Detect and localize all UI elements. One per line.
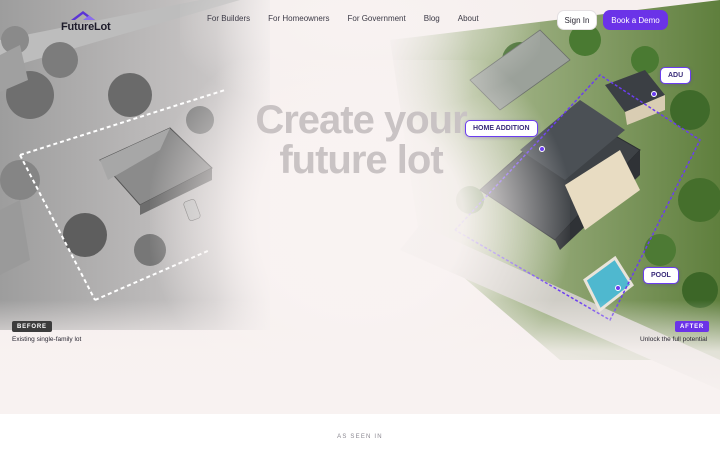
sign-in-button[interactable]: Sign In bbox=[557, 10, 597, 30]
top-nav: FutureLot For Builders For Homeowners Fo… bbox=[0, 0, 720, 40]
book-demo-button[interactable]: Book a Demo bbox=[603, 10, 668, 30]
hero-headline: Create your future lot bbox=[248, 100, 474, 180]
before-badge: BEFORE bbox=[12, 321, 52, 332]
after-caption: Unlock the full potential bbox=[640, 336, 708, 343]
nav-links: For Builders For Homeowners For Governme… bbox=[207, 14, 497, 23]
before-caption: Existing single-family lot bbox=[12, 336, 82, 343]
tag-home-addition-dot bbox=[539, 146, 545, 152]
headline-line-2: future lot bbox=[279, 138, 443, 182]
press-section: AS SEEN IN bbox=[0, 414, 720, 450]
logo[interactable]: FutureLot bbox=[61, 11, 111, 33]
logo-text: FutureLot bbox=[61, 21, 111, 33]
nav-link-about[interactable]: About bbox=[458, 14, 479, 23]
tag-adu[interactable]: ADU bbox=[660, 67, 692, 84]
hero-section: Create your future lot HOME ADDITION ADU… bbox=[0, 0, 720, 414]
tag-pool-dot bbox=[615, 285, 621, 291]
tag-pool[interactable]: POOL bbox=[643, 267, 679, 284]
tag-home-addition[interactable]: HOME ADDITION bbox=[465, 120, 538, 137]
tag-adu-dot bbox=[651, 91, 657, 97]
logo-house-icon bbox=[71, 11, 95, 20]
nav-link-blog[interactable]: Blog bbox=[424, 14, 440, 23]
nav-link-for-government[interactable]: For Government bbox=[347, 14, 405, 23]
hero-fog-bottom bbox=[0, 300, 720, 414]
nav-link-for-homeowners[interactable]: For Homeowners bbox=[268, 14, 329, 23]
nav-link-for-builders[interactable]: For Builders bbox=[207, 14, 250, 23]
headline-line-1: Create your bbox=[255, 98, 467, 142]
after-badge: AFTER bbox=[675, 321, 709, 332]
as-seen-in-label: AS SEEN IN bbox=[337, 434, 383, 440]
